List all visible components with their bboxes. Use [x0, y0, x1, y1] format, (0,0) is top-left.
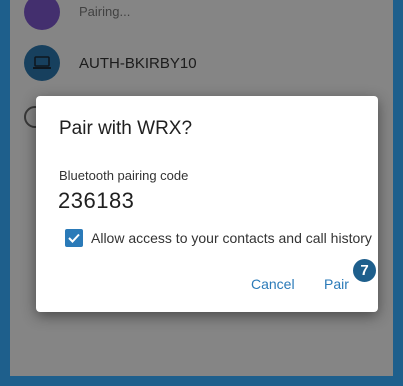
pairing-code-label: Bluetooth pairing code [59, 168, 189, 183]
dialog-title: Pair with WRX? [59, 118, 193, 139]
checkmark-icon [68, 233, 80, 243]
step-badge: 7 [351, 257, 378, 284]
pair-button[interactable]: Pair [324, 276, 349, 292]
pairing-code: 236183 [58, 188, 135, 213]
contacts-access-option[interactable]: Allow access to your contacts and call h… [65, 229, 372, 247]
pair-dialog: Pair with WRX? Bluetooth pairing code 23… [36, 96, 378, 312]
contacts-access-label: Allow access to your contacts and call h… [91, 230, 372, 246]
cancel-button[interactable]: Cancel [251, 276, 295, 292]
settings-screen: Pairing... AUTH-BKIRBY10 Pair with WRX? … [10, 0, 393, 376]
contacts-access-checkbox[interactable] [65, 229, 83, 247]
